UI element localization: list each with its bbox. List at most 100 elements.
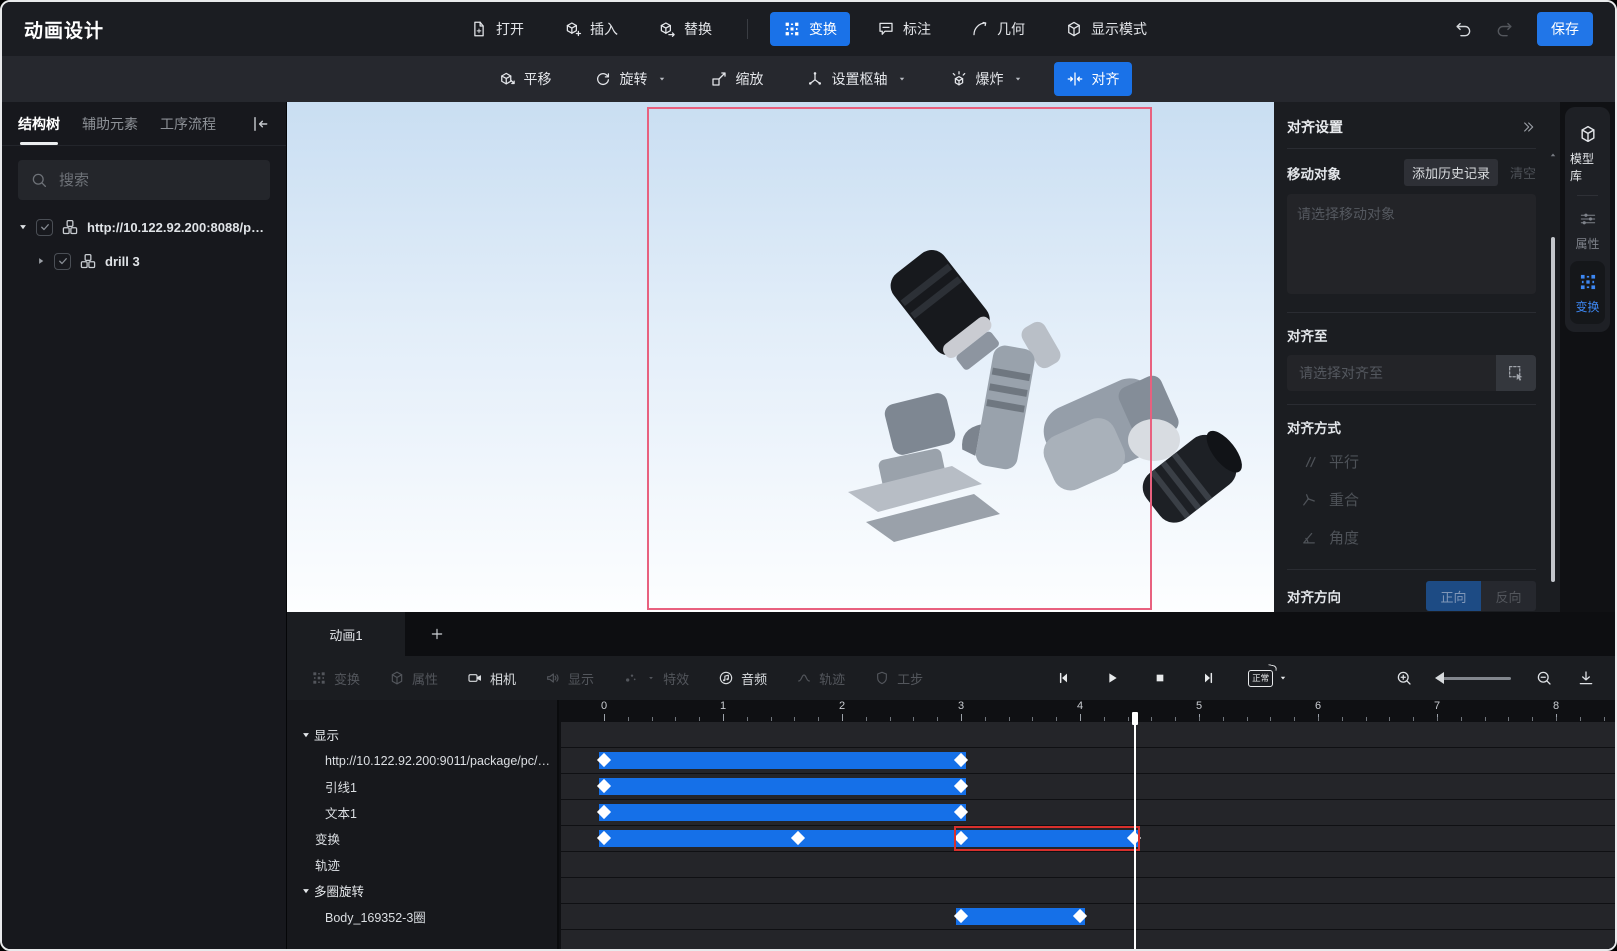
align-icon: [1067, 72, 1082, 86]
save-button[interactable]: 保存: [1537, 12, 1593, 46]
clear-button[interactable]: 清空: [1510, 163, 1536, 182]
tool-5[interactable]: 对齐: [1053, 62, 1132, 96]
collapse-sidebar-button[interactable]: [250, 114, 270, 134]
timeline-tool-4[interactable]: 特效: [623, 669, 689, 688]
playhead[interactable]: [1131, 712, 1138, 949]
track-name-row[interactable]: 文本1: [287, 800, 557, 825]
track-bar[interactable]: [599, 804, 966, 821]
track-name-row[interactable]: 轨迹: [287, 852, 557, 877]
tool-0[interactable]: 平移: [486, 62, 564, 96]
collapse-panel-icon[interactable]: [1520, 119, 1536, 135]
track-row-empty[interactable]: [561, 930, 1615, 949]
align-method-0[interactable]: 平行: [1287, 443, 1536, 480]
timeline-ruler[interactable]: 0 1 2 3 4 5 6 7 8: [561, 700, 1615, 722]
direction-1[interactable]: 反向: [1481, 581, 1536, 611]
tree-node[interactable]: drill 3: [2, 244, 286, 278]
timeline-tool-5[interactable]: 音频: [718, 669, 767, 688]
left-tab-0[interactable]: 结构树: [18, 102, 60, 145]
coincide-icon: [1303, 493, 1315, 506]
next-frame-icon: [1205, 672, 1213, 684]
viewport-3d[interactable]: [287, 102, 1274, 612]
sidebar-item-2[interactable]: 变换: [1570, 261, 1605, 324]
sidebar-item-0[interactable]: 模型库: [1570, 113, 1605, 193]
download-icon[interactable]: [1577, 669, 1595, 687]
zoom-in-icon[interactable]: [1395, 669, 1413, 687]
tool-2[interactable]: 缩放: [698, 62, 776, 96]
stop-button[interactable]: [1152, 670, 1168, 686]
tool-4[interactable]: 爆炸: [938, 62, 1036, 96]
track-row[interactable]: [561, 852, 1615, 877]
menu-item-6[interactable]: 显示模式: [1052, 12, 1160, 46]
playback-speed-selector[interactable]: 正常: [1248, 669, 1289, 687]
track-name-row[interactable]: 变换: [287, 826, 557, 851]
timeline-tool-2[interactable]: 相机: [467, 669, 516, 688]
slider-handle[interactable]: [1435, 671, 1444, 684]
panel-scrollbar[interactable]: [1551, 237, 1555, 582]
group-expand-icon[interactable]: [301, 886, 311, 896]
track-name-row[interactable]: 引线1: [287, 774, 557, 799]
sidebar-item-1[interactable]: 属性: [1570, 198, 1605, 261]
assembly-icon: [62, 219, 78, 235]
timeline-zoom-slider[interactable]: [1435, 671, 1511, 684]
timeline-tab-animation1[interactable]: 动画1: [287, 612, 405, 656]
search-input[interactable]: [57, 170, 258, 190]
track-name: 显示: [314, 729, 340, 743]
tool-label: 平移: [523, 71, 552, 87]
expand-arrow-icon[interactable]: [18, 222, 28, 232]
angle-icon: [1303, 532, 1315, 544]
left-tab-2[interactable]: 工序流程: [160, 102, 216, 145]
add-history-button[interactable]: 添加历史记录: [1403, 159, 1498, 186]
left-tab-1[interactable]: 辅助元素: [82, 102, 138, 145]
collapse-arrow-icon[interactable]: [36, 256, 46, 266]
pick-object-button[interactable]: [1496, 355, 1536, 391]
timeline-tool-1[interactable]: 属性: [389, 669, 438, 688]
node-checkbox[interactable]: [36, 218, 53, 236]
menu-item-0[interactable]: 打开: [457, 12, 537, 46]
track-row[interactable]: [561, 774, 1615, 799]
previous-frame-button[interactable]: [1056, 670, 1072, 686]
add-timeline-tab-button[interactable]: [405, 612, 469, 656]
tree-node[interactable]: http://10.122.92.200:8088/pack...: [2, 210, 286, 244]
menu-item-5[interactable]: 几何: [958, 12, 1038, 46]
undo-button[interactable]: [1453, 19, 1473, 39]
timeline-tool-3[interactable]: 显示: [545, 669, 594, 688]
track-bar[interactable]: [599, 752, 966, 769]
timeline-tool-0[interactable]: 变换: [311, 669, 360, 688]
group-expand-icon[interactable]: [301, 730, 311, 740]
direction-0[interactable]: 正向: [1426, 581, 1481, 611]
align-to-input[interactable]: [1287, 355, 1496, 391]
track-row[interactable]: [561, 748, 1615, 773]
timeline-tool-7[interactable]: 工步: [874, 669, 923, 688]
redo-button[interactable]: [1495, 19, 1515, 39]
menu-item-2[interactable]: 替换: [645, 12, 725, 46]
audio-icon: [719, 671, 733, 685]
track-name-row[interactable]: http://10.122.92.200:9011/package/pc/3dc…: [287, 748, 557, 773]
scroll-up-icon[interactable]: [1547, 149, 1559, 161]
move-object-input[interactable]: [1287, 194, 1536, 294]
menu-item-4[interactable]: 标注: [864, 12, 944, 46]
play-button[interactable]: [1104, 670, 1120, 686]
sidebar-item-label: 属性: [1575, 237, 1600, 251]
track-name-row[interactable]: Body_169352-3圈: [287, 904, 557, 929]
tri-down-icon: [303, 732, 309, 737]
transform-grid-icon: [1580, 274, 1595, 290]
track-row[interactable]: [561, 800, 1615, 825]
timeline-tool-6[interactable]: 轨迹: [796, 669, 845, 688]
node-checkbox[interactable]: [54, 252, 71, 270]
track-row[interactable]: [561, 826, 1615, 851]
track-bar[interactable]: [599, 778, 966, 795]
align-method-2[interactable]: 角度: [1287, 519, 1536, 556]
track-row[interactable]: [561, 722, 1615, 747]
next-frame-button[interactable]: [1200, 670, 1216, 686]
track-bar[interactable]: [956, 908, 1085, 925]
track-name-row[interactable]: 多圈旋转: [287, 878, 557, 903]
track-name-row[interactable]: 显示: [287, 722, 557, 747]
tool-3[interactable]: 设置枢轴: [794, 62, 920, 96]
tool-1[interactable]: 旋转: [582, 62, 680, 96]
align-method-1[interactable]: 重合: [1287, 481, 1536, 518]
track-row[interactable]: [561, 904, 1615, 929]
menu-item-1[interactable]: 插入: [551, 12, 631, 46]
track-row[interactable]: [561, 878, 1615, 903]
zoom-out-icon[interactable]: [1535, 669, 1553, 687]
menu-item-3[interactable]: 变换: [770, 12, 850, 46]
